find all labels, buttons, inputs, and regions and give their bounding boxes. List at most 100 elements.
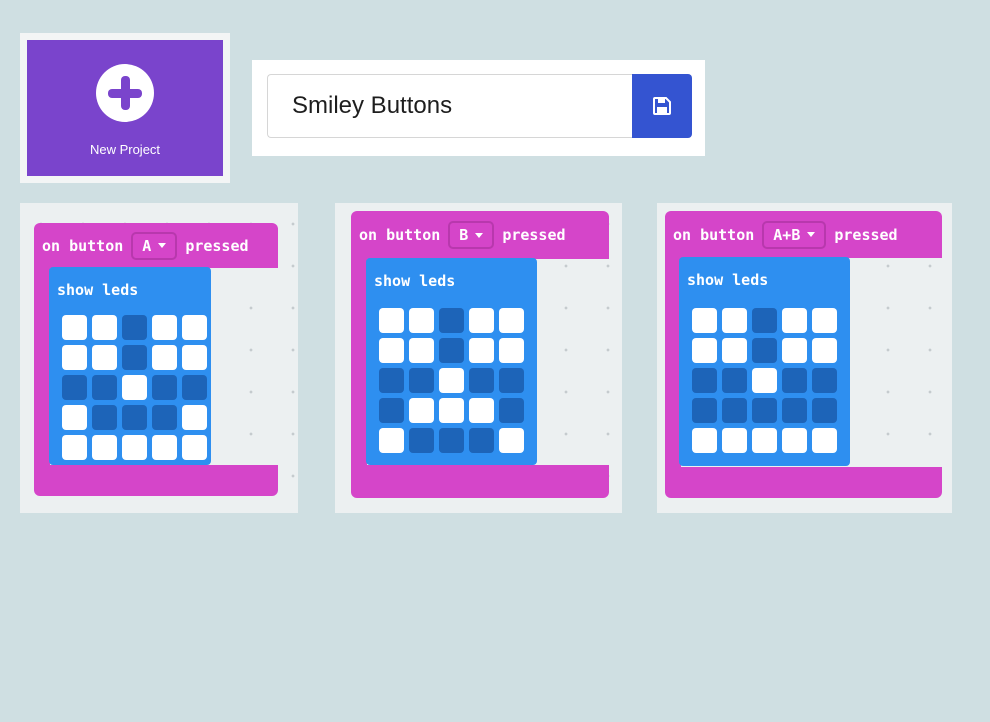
led-on[interactable] bbox=[812, 338, 837, 363]
led-on[interactable] bbox=[499, 338, 524, 363]
led-on[interactable] bbox=[782, 308, 807, 333]
led-off[interactable] bbox=[409, 368, 434, 393]
led-off[interactable] bbox=[722, 368, 747, 393]
led-off[interactable] bbox=[122, 315, 147, 340]
led-on[interactable] bbox=[152, 345, 177, 370]
led-on[interactable] bbox=[379, 338, 404, 363]
led-on[interactable] bbox=[692, 338, 717, 363]
button-dropdown[interactable]: A bbox=[131, 231, 178, 260]
show-leds-block[interactable]: show leds bbox=[49, 267, 211, 465]
led-off[interactable] bbox=[499, 368, 524, 393]
event-block-b[interactable]: on button B pressed bbox=[351, 211, 609, 259]
led-off[interactable] bbox=[92, 375, 117, 400]
led-off[interactable] bbox=[379, 368, 404, 393]
button-dropdown[interactable]: A+B bbox=[762, 220, 827, 249]
event-prefix: on button bbox=[42, 236, 124, 255]
led-on[interactable] bbox=[469, 338, 494, 363]
led-on[interactable] bbox=[182, 315, 207, 340]
led-off[interactable] bbox=[409, 428, 434, 453]
led-on[interactable] bbox=[122, 375, 147, 400]
event-block-ab[interactable]: on button A+B pressed bbox=[665, 211, 942, 258]
show-leds-block[interactable]: show leds bbox=[366, 258, 537, 465]
led-off[interactable] bbox=[752, 338, 777, 363]
led-on[interactable] bbox=[812, 428, 837, 453]
led-on[interactable] bbox=[439, 368, 464, 393]
led-off[interactable] bbox=[152, 405, 177, 430]
led-on[interactable] bbox=[722, 428, 747, 453]
new-project-button[interactable]: New Project bbox=[27, 40, 223, 176]
led-on[interactable] bbox=[812, 308, 837, 333]
caret-down-icon bbox=[158, 243, 167, 248]
led-off[interactable] bbox=[439, 308, 464, 333]
led-off[interactable] bbox=[469, 368, 494, 393]
led-on[interactable] bbox=[469, 398, 494, 423]
led-off[interactable] bbox=[752, 308, 777, 333]
led-off[interactable] bbox=[182, 375, 207, 400]
button-dropdown[interactable]: B bbox=[448, 221, 495, 249]
caret-down-icon bbox=[807, 232, 816, 237]
led-on[interactable] bbox=[782, 338, 807, 363]
led-on[interactable] bbox=[182, 435, 207, 460]
led-off[interactable] bbox=[92, 405, 117, 430]
led-on[interactable] bbox=[752, 368, 777, 393]
led-off[interactable] bbox=[122, 405, 147, 430]
led-on[interactable] bbox=[409, 338, 434, 363]
led-off[interactable] bbox=[62, 375, 87, 400]
led-on[interactable] bbox=[62, 345, 87, 370]
led-on[interactable] bbox=[499, 428, 524, 453]
project-name-input[interactable] bbox=[267, 74, 647, 138]
led-off[interactable] bbox=[812, 368, 837, 393]
led-on[interactable] bbox=[782, 428, 807, 453]
led-on[interactable] bbox=[182, 345, 207, 370]
led-off[interactable] bbox=[722, 398, 747, 423]
event-prefix: on button bbox=[673, 225, 755, 244]
event-suffix: pressed bbox=[502, 226, 566, 244]
new-project-card[interactable]: New Project bbox=[20, 33, 230, 183]
led-off[interactable] bbox=[499, 398, 524, 423]
led-off[interactable] bbox=[782, 398, 807, 423]
project-name-panel bbox=[252, 60, 705, 156]
led-on[interactable] bbox=[152, 435, 177, 460]
show-leds-label: show leds bbox=[374, 272, 456, 290]
led-off[interactable] bbox=[379, 398, 404, 423]
led-on[interactable] bbox=[439, 398, 464, 423]
led-on[interactable] bbox=[469, 308, 494, 333]
led-off[interactable] bbox=[752, 398, 777, 423]
save-button[interactable] bbox=[632, 74, 692, 138]
code-block-card-a: on button A pressed show leds bbox=[20, 203, 298, 513]
led-on[interactable] bbox=[722, 338, 747, 363]
led-on[interactable] bbox=[122, 435, 147, 460]
led-on[interactable] bbox=[182, 405, 207, 430]
led-on[interactable] bbox=[92, 315, 117, 340]
led-on[interactable] bbox=[379, 308, 404, 333]
led-on[interactable] bbox=[692, 308, 717, 333]
led-on[interactable] bbox=[722, 308, 747, 333]
led-on[interactable] bbox=[152, 315, 177, 340]
led-on[interactable] bbox=[409, 398, 434, 423]
event-block-a[interactable]: on button A pressed bbox=[34, 223, 278, 268]
led-off[interactable] bbox=[152, 375, 177, 400]
led-grid bbox=[379, 308, 524, 453]
led-on[interactable] bbox=[409, 308, 434, 333]
led-off[interactable] bbox=[812, 398, 837, 423]
led-on[interactable] bbox=[499, 308, 524, 333]
led-on[interactable] bbox=[752, 428, 777, 453]
event-block-bottom bbox=[34, 465, 278, 496]
led-off[interactable] bbox=[692, 368, 717, 393]
led-off[interactable] bbox=[469, 428, 494, 453]
event-suffix: pressed bbox=[185, 236, 249, 255]
led-on[interactable] bbox=[692, 428, 717, 453]
led-off[interactable] bbox=[692, 398, 717, 423]
led-on[interactable] bbox=[62, 435, 87, 460]
led-off[interactable] bbox=[122, 345, 147, 370]
led-on[interactable] bbox=[92, 345, 117, 370]
event-block-wall bbox=[351, 258, 367, 468]
show-leds-block[interactable]: show leds bbox=[679, 257, 850, 466]
led-on[interactable] bbox=[92, 435, 117, 460]
led-off[interactable] bbox=[439, 338, 464, 363]
led-on[interactable] bbox=[379, 428, 404, 453]
led-off[interactable] bbox=[782, 368, 807, 393]
led-on[interactable] bbox=[62, 315, 87, 340]
led-off[interactable] bbox=[439, 428, 464, 453]
led-on[interactable] bbox=[62, 405, 87, 430]
